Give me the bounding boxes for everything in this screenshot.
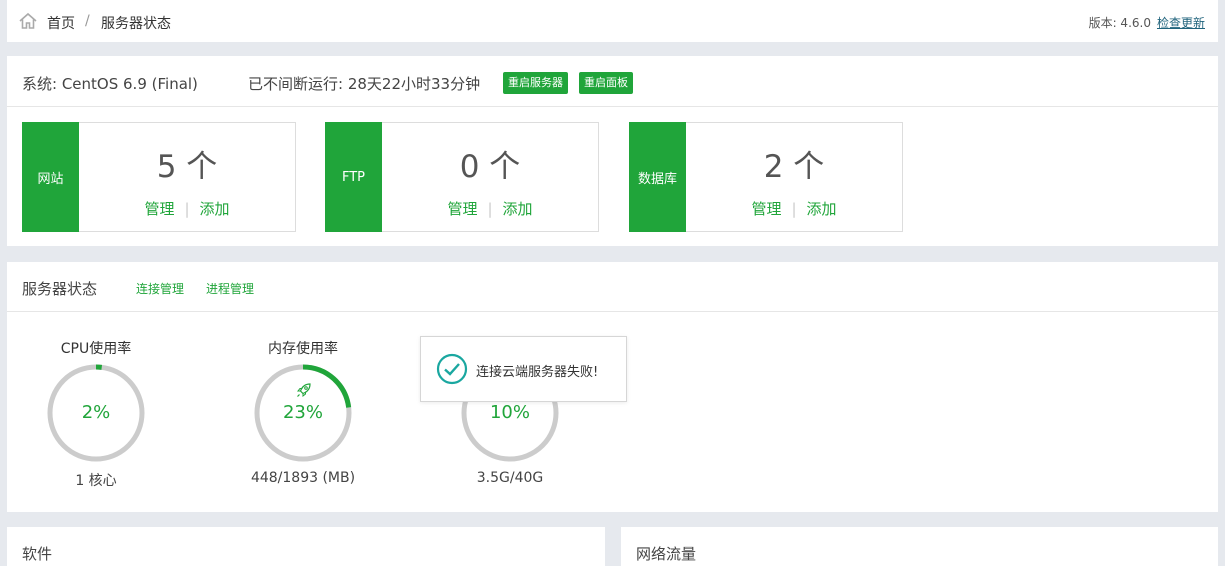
software-title: 软件 [22,545,53,563]
restart-server-button[interactable]: 重启服务器 [503,72,568,94]
system-panel: 系统: CentOS 6.9 (Final) 已不间断运行: 28天22小时33… [7,56,1218,246]
database-card-links: 管理 | 添加 [686,198,902,219]
cpu-gauge-value: 2% [81,402,111,423]
memory-gauge-title: 内存使用率 [268,341,338,357]
ftp-count: 0 个 [459,149,521,185]
site-card: 网站 5 个 管理 | 添加 [22,122,296,232]
check-update-link[interactable]: 检查更新 [1157,16,1205,30]
software-panel: 软件 [7,527,605,566]
database-add-link[interactable]: 添加 [807,200,837,218]
database-manage-link[interactable]: 管理 [751,200,781,218]
server-status-title: 服务器状态 [22,280,98,298]
restart-panel-button[interactable]: 重启面板 [579,72,633,94]
memory-gauge-usage: 448/1893 (MB) [250,470,356,486]
network-panel: 网络流量 [621,527,1218,566]
version-info: 版本: 4.6.0 检查更新 [1089,14,1205,31]
cpu-gauge-cores: 1 核心 [75,473,117,489]
site-count: 5 个 [156,149,218,185]
version-label: 版本: 4.6.0 [1088,16,1151,30]
site-manage-link[interactable]: 管理 [144,200,174,218]
cpu-gauge-title: CPU使用率 [60,341,132,357]
network-title: 网络流量 [636,545,697,563]
database-count: 2 个 [763,149,825,185]
check-circle-icon [436,353,468,385]
database-card: 数据库 2 个 管理 | 添加 [629,122,903,232]
process-manage-link[interactable]: 进程管理 [206,280,254,297]
disk-gauge-usage: 3.5G/40G [476,470,544,486]
site-card-links: 管理 | 添加 [79,198,295,219]
link-divider: | [487,200,493,218]
memory-gauge[interactable]: 内存使用率 23% 448/1893 (MB) [243,338,363,486]
cpu-gauge[interactable]: CPU使用率 2% 1 核心 [36,338,156,490]
link-divider: | [791,200,797,218]
toast-message: 连接云端服务器失败! [420,336,627,402]
ftp-card: FTP 0 个 管理 | 添加 [325,122,599,232]
link-divider: | [184,200,190,218]
breadcrumb-home-link[interactable]: 首页 [47,13,75,33]
rocket-icon[interactable] [295,381,313,399]
ftp-card-links: 管理 | 添加 [382,198,598,219]
memory-gauge-value: 23% [282,402,323,423]
toast-text: 连接云端服务器失败! [476,365,599,380]
database-card-tag: 数据库 [629,122,686,232]
breadcrumb-current: 服务器状态 [101,16,171,32]
breadcrumb-separator: / [85,13,90,29]
ftp-manage-link[interactable]: 管理 [447,200,477,218]
ftp-add-link[interactable]: 添加 [503,200,533,218]
system-header: 系统: CentOS 6.9 (Final) 已不间断运行: 28天22小时33… [7,56,1218,107]
breadcrumb-bar: 首页 / 服务器状态 版本: 4.6.0 检查更新 [7,0,1218,42]
home-icon[interactable] [18,11,38,31]
os-info: 系统: CentOS 6.9 (Final) [22,75,198,93]
connection-manage-link[interactable]: 连接管理 [136,280,184,297]
server-status-header: 服务器状态 连接管理 进程管理 [7,262,1218,312]
site-add-link[interactable]: 添加 [200,200,230,218]
site-card-tag: 网站 [22,122,79,232]
disk-gauge-value: 10% [489,402,530,423]
ftp-card-tag: FTP [325,122,382,232]
uptime-info: 已不间断运行: 28天22小时33分钟 [248,75,481,93]
